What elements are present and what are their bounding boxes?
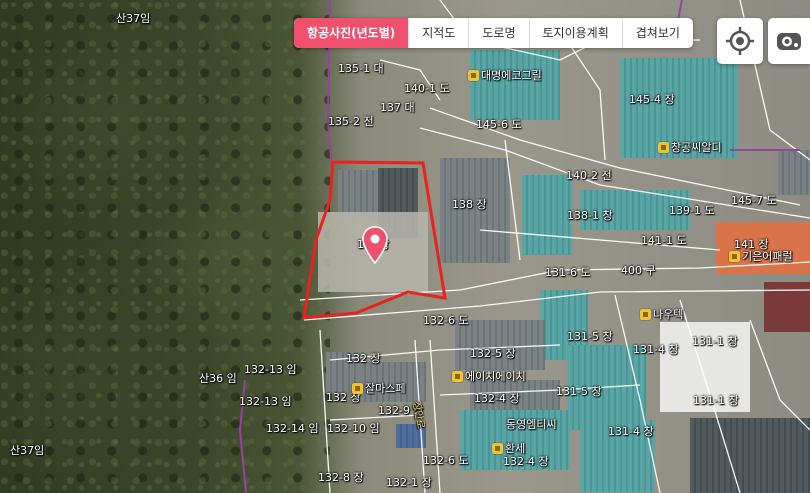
- parcel-label: 138-1 창: [567, 209, 613, 222]
- parcel-label: 145-4 장: [629, 93, 675, 106]
- building-icon: [640, 308, 651, 320]
- parcel-label: 145-7 도: [731, 194, 777, 207]
- map-mode-tabs: 항공사진(년도별) 지적도 도로명 토지이용계획 겹쳐보기: [294, 18, 693, 48]
- parcel-label: 145-6 도: [476, 118, 522, 131]
- parcel-label: 139-1 도: [669, 204, 715, 217]
- poi-name: 에이치에이치: [465, 370, 526, 383]
- parcel-label: 131-6 도: [545, 266, 591, 279]
- parcel-label: 산37임: [116, 12, 151, 25]
- parcel-label: 140-2 전: [566, 169, 612, 182]
- parcel-label: 135-2 전: [328, 115, 374, 128]
- parcel-label: 400 구: [621, 264, 656, 277]
- parcel-label: 131-5 창: [567, 330, 613, 343]
- tab-land-use-plan[interactable]: 토지이용계획: [528, 18, 622, 48]
- poi-item[interactable]: 잘마스페: [352, 380, 405, 396]
- parcel-label: 132-6 도: [423, 454, 469, 467]
- building-icon: [452, 370, 463, 382]
- parcel-label: 132-5 장: [470, 347, 516, 360]
- parcel-label: 141-1 도: [641, 234, 687, 247]
- parcel-label: 132-10 임: [327, 422, 380, 435]
- street-view-camera-icon: [777, 33, 801, 50]
- parcel-label: 137 대: [380, 101, 415, 114]
- poi-name: 기은어패럴: [742, 250, 793, 263]
- parcel-label: 138 장: [452, 198, 487, 211]
- building-icon: [658, 141, 669, 153]
- crosshair-icon: [726, 27, 754, 55]
- tab-aerial-photo[interactable]: 항공사진(년도별): [294, 18, 409, 48]
- street-view-button[interactable]: [768, 18, 810, 64]
- poi-item[interactable]: 대명에코그릴: [468, 67, 542, 83]
- parcel-label: 140-1 도: [404, 82, 450, 95]
- poi-name: 대명에코그릴: [481, 69, 542, 82]
- poi-name: 창공씨알디: [671, 141, 722, 154]
- parcel-label: 132-14 임: [266, 422, 319, 435]
- tab-cadastral-map[interactable]: 지적도: [408, 18, 468, 48]
- building-icon: [468, 69, 479, 81]
- parcel-label: 131-4 창: [608, 425, 654, 438]
- parcel-label: 135-1 대: [338, 62, 384, 75]
- parcel-label: 131-5 창: [556, 385, 602, 398]
- poi-item[interactable]: 창공씨알디: [658, 139, 722, 155]
- parcel-label: 132 장: [346, 352, 381, 365]
- parcel-label: 132-6 도: [423, 314, 469, 327]
- parcel-label: 131-1 창: [692, 335, 738, 348]
- parcel-boundaries: [238, 0, 810, 493]
- poi-name: 나우텍: [653, 308, 684, 321]
- location-pin-icon[interactable]: [362, 226, 388, 264]
- parcel-label: 산37임: [10, 444, 45, 457]
- poi-item[interactable]: 기은어패럴: [729, 248, 793, 264]
- parcel-label: 131-4 창: [633, 343, 679, 356]
- poi-name: 동영엠티씨: [506, 418, 557, 431]
- parcel-label: 132-8 장: [318, 471, 364, 484]
- poi-item[interactable]: 나우텍: [640, 306, 683, 322]
- poi-name: 잘마스페: [365, 382, 406, 395]
- parcel-label: 산36 임: [199, 372, 237, 385]
- building-icon: [492, 442, 503, 454]
- poi-item[interactable]: 에이치에이치: [452, 368, 526, 384]
- poi-name: 환세: [505, 442, 526, 455]
- parcel-label: 132-13 임: [239, 395, 292, 408]
- tab-overlay[interactable]: 겹쳐보기: [621, 18, 693, 48]
- current-location-button[interactable]: [717, 18, 763, 64]
- parcel-label: 132-4 장: [474, 392, 520, 405]
- building-icon: [352, 382, 363, 394]
- parcel-label: 132-13 임: [244, 363, 297, 376]
- poi-item[interactable]: 환세: [492, 440, 525, 456]
- building-icon: [729, 250, 740, 262]
- tab-road-name[interactable]: 도로명: [468, 18, 528, 48]
- poi-item[interactable]: 동영엠티씨: [506, 416, 557, 432]
- aerial-map[interactable]: 산37임 135-1 대 140-1 도 137 대 135-2 전 145-4…: [0, 0, 810, 493]
- parcel-label: 132-1 장: [386, 476, 432, 489]
- parcel-label: 131-1 창: [693, 394, 739, 407]
